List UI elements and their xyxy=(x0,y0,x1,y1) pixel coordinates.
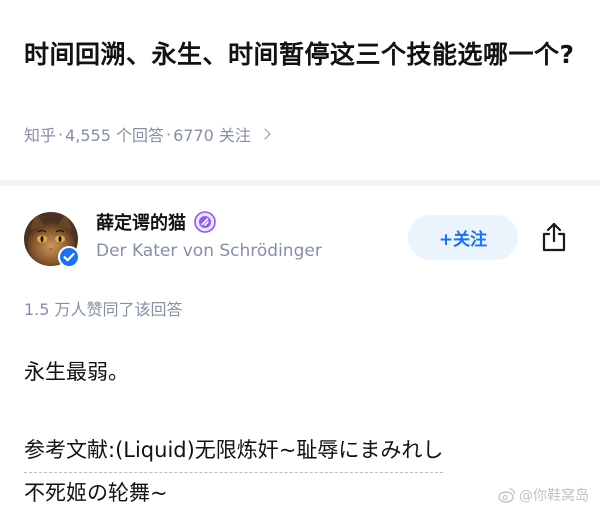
question-meta[interactable]: 知乎 · 4,555 个回答 · 6770 关注 xyxy=(24,122,271,146)
meta-separator: · xyxy=(58,124,64,144)
chevron-right-icon xyxy=(259,128,271,140)
reference-line-1: 参考文献:(Liquid)无限炼奸~耻辱にまみれし xyxy=(24,430,444,473)
platform-label: 知乎 xyxy=(24,126,57,145)
section-divider xyxy=(0,180,600,186)
answers-count: 4,555 个回答 xyxy=(65,126,165,145)
answer-body: 永生最弱。 xyxy=(24,360,129,384)
answer-reference: 参考文献:(Liquid)无限炼奸~耻辱にまみれし 不死姬の轮舞~ xyxy=(24,430,576,515)
weibo-icon xyxy=(498,488,516,503)
author-name[interactable]: 薛定谔的猫 xyxy=(96,209,186,235)
verified-check-icon xyxy=(58,246,80,268)
author-name-row: 薛定谔的猫 xyxy=(96,209,216,235)
question-title[interactable]: 时间回溯、永生、时间暂停这三个技能选哪一个? xyxy=(24,32,576,77)
author-headline: Der Kater von Schrödinger xyxy=(96,241,322,261)
share-icon[interactable] xyxy=(537,220,571,254)
reference-line-2: 不死姬の轮舞~ xyxy=(24,473,168,515)
watermark: @你鞋窝岛 xyxy=(498,485,589,505)
watermark-text: @你鞋窝岛 xyxy=(519,488,589,504)
answer-page: 时间回溯、永生、时间暂停这三个技能选哪一个? 知乎 · 4,555 个回答 · … xyxy=(0,0,600,515)
followers-count: 6770 关注 xyxy=(173,126,251,145)
question-header: 时间回溯、永生、时间暂停这三个技能选哪一个? xyxy=(24,32,576,77)
follow-button[interactable]: +关注 xyxy=(408,215,518,260)
approval-count: 1.5 万人赞同了该回答 xyxy=(24,300,183,319)
creator-badge-icon[interactable] xyxy=(194,211,216,233)
meta-separator: · xyxy=(166,124,172,144)
